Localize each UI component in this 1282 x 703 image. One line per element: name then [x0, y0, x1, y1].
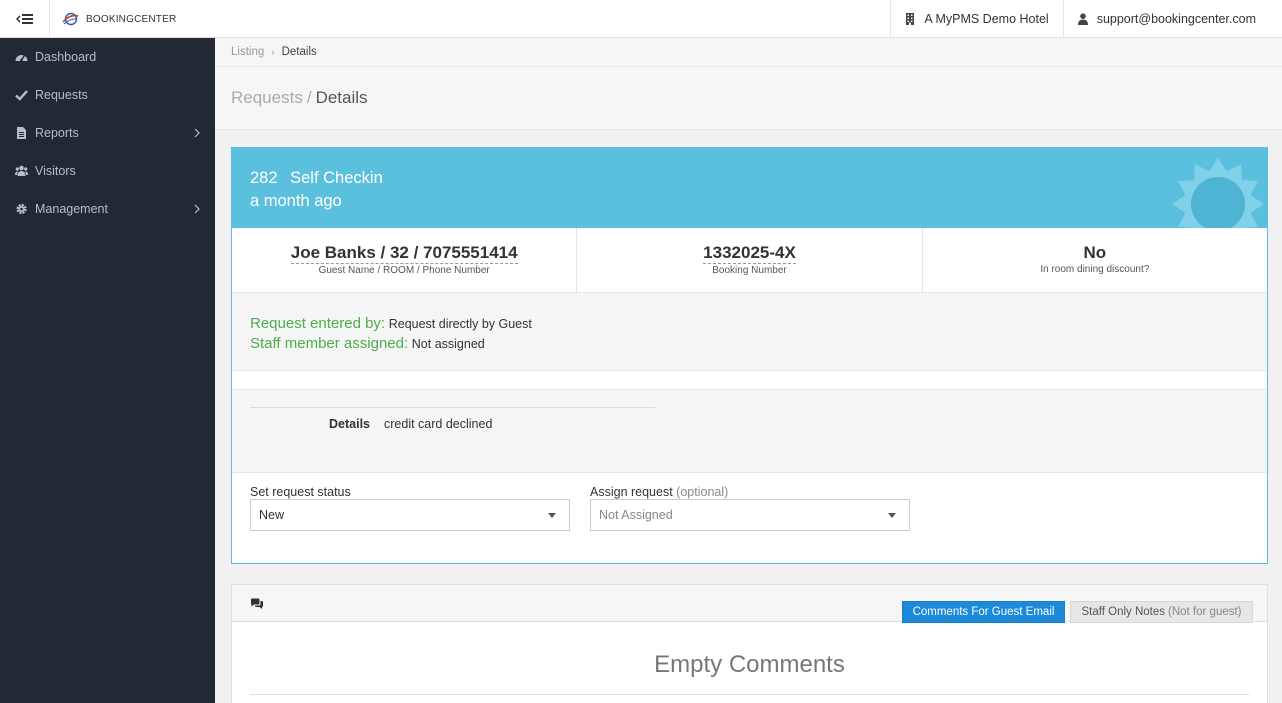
gear-icon [15, 203, 28, 215]
user-menu[interactable]: support@bookingcenter.com [1062, 0, 1282, 38]
user-email: support@bookingcenter.com [1096, 12, 1256, 26]
sidebar: Dashboard Requests Reports Visitors Mana… [0, 38, 215, 703]
breadcrumb: Listing › Details [215, 38, 1282, 67]
guest-info: Joe Banks / 32 / 7075551414 Guest Name /… [232, 228, 578, 292]
booking-number-label: Booking Number [712, 265, 787, 276]
guest-info-value[interactable]: Joe Banks / 32 / 7075551414 [290, 243, 518, 264]
bookingcenter-logo-icon [62, 12, 79, 26]
brand-name: BOOKINGCENTER [86, 13, 177, 25]
details-divider [250, 407, 655, 408]
status-select[interactable]: New [250, 499, 570, 531]
booking-info: 1332025-4X Booking Number [577, 228, 923, 292]
request-title: 282 Self Checkin [250, 169, 383, 188]
sidebar-item-label: Reports [35, 126, 79, 140]
dining-info: No In room dining discount? [923, 228, 1267, 292]
entered-by-value: Request directly by Guest [388, 317, 532, 331]
request-id: 282 [250, 169, 278, 187]
empty-comments-message: Empty Comments [654, 651, 845, 678]
page-title-separator: / [306, 88, 312, 107]
sidebar-item-label: Visitors [35, 164, 76, 178]
assign-select[interactable]: Not Assigned [590, 499, 910, 531]
bars-left-icon [15, 14, 33, 24]
assign-label: Assign request (optional) [590, 485, 728, 499]
comments-card: Comments For Guest Email Staff Only Note… [231, 584, 1268, 703]
sidebar-item-visitors[interactable]: Visitors [0, 152, 215, 190]
tab-guest-comments[interactable]: Comments For Guest Email [902, 601, 1065, 623]
guest-info-label: Guest Name / ROOM / Phone Number [318, 265, 490, 276]
staff-assigned-value: Not assigned [411, 337, 485, 351]
sidebar-item-label: Dashboard [35, 50, 97, 64]
booking-number-value[interactable]: 1332025-4X [703, 243, 796, 264]
sun-icon [1172, 158, 1264, 228]
page-section: Requests [231, 88, 303, 107]
request-time-ago: a month ago [250, 192, 342, 210]
building-icon [906, 13, 915, 25]
section-divider [232, 370, 1267, 390]
sidebar-toggle-button[interactable] [0, 0, 50, 38]
users-icon [15, 165, 28, 177]
staff-assigned-label: Staff member assigned: [250, 335, 409, 352]
details-value: credit card declined [384, 417, 493, 431]
file-icon [15, 127, 28, 139]
assign-select-value: Not Assigned [599, 508, 673, 522]
hotel-selector[interactable]: A MyPMS Demo Hotel [890, 0, 1062, 38]
request-meta: Request entered by: Request directly by … [250, 314, 532, 354]
chevron-right-icon [194, 204, 200, 214]
tab-staff-notes[interactable]: Staff Only Notes (Not for guest) [1070, 601, 1253, 623]
breadcrumb-current: Details [281, 46, 317, 58]
top-navbar: BOOKINGCENTER A MyPMS Demo Hotel support… [0, 0, 1282, 38]
user-icon [1077, 13, 1088, 25]
sidebar-item-management[interactable]: Management [0, 190, 215, 228]
comments-divider [250, 694, 1249, 695]
dining-discount-label: In room dining discount? [1040, 264, 1150, 275]
sidebar-item-label: Management [35, 202, 108, 216]
page-title-text: Details [315, 88, 368, 107]
status-label: Set request status [250, 485, 351, 499]
comments-header: Comments For Guest Email Staff Only Note… [232, 585, 1267, 623]
brand-logo-link[interactable]: BOOKINGCENTER [62, 0, 176, 38]
sidebar-item-dashboard[interactable]: Dashboard [0, 38, 215, 76]
dining-discount-value: No [1083, 243, 1107, 262]
request-type: Self Checkin [290, 169, 383, 187]
request-card-header: 282 Self Checkin a month ago [232, 148, 1267, 228]
breadcrumb-separator-icon: › [271, 46, 275, 58]
chevron-right-icon [194, 128, 200, 138]
sidebar-item-label: Requests [35, 88, 88, 102]
comments-icon [251, 598, 263, 609]
assign-optional-text: (optional) [676, 485, 729, 499]
caret-down-icon [888, 513, 896, 518]
tab-staff-notes-note: (Not for guest) [1168, 606, 1242, 618]
tachometer-icon [15, 51, 28, 63]
page-title: Requests / Details [215, 67, 1282, 130]
hotel-name: A MyPMS Demo Hotel [924, 12, 1049, 26]
check-icon [15, 89, 28, 101]
sidebar-item-requests[interactable]: Requests [0, 76, 215, 114]
caret-down-icon [548, 513, 556, 518]
request-summary: Joe Banks / 32 / 7075551414 Guest Name /… [232, 228, 1267, 293]
status-select-value: New [259, 508, 285, 522]
details-label: Details [329, 417, 370, 431]
request-form: Set request status New Assign request (o… [232, 472, 1267, 563]
assign-label-text: Assign request [590, 485, 673, 499]
breadcrumb-listing-link[interactable]: Listing [231, 46, 264, 58]
tab-staff-notes-label: Staff Only Notes [1081, 606, 1166, 618]
entered-by-label: Request entered by: [250, 315, 386, 332]
sidebar-item-reports[interactable]: Reports [0, 114, 215, 152]
request-card: 282 Self Checkin a month ago Joe Banks /… [231, 147, 1268, 564]
